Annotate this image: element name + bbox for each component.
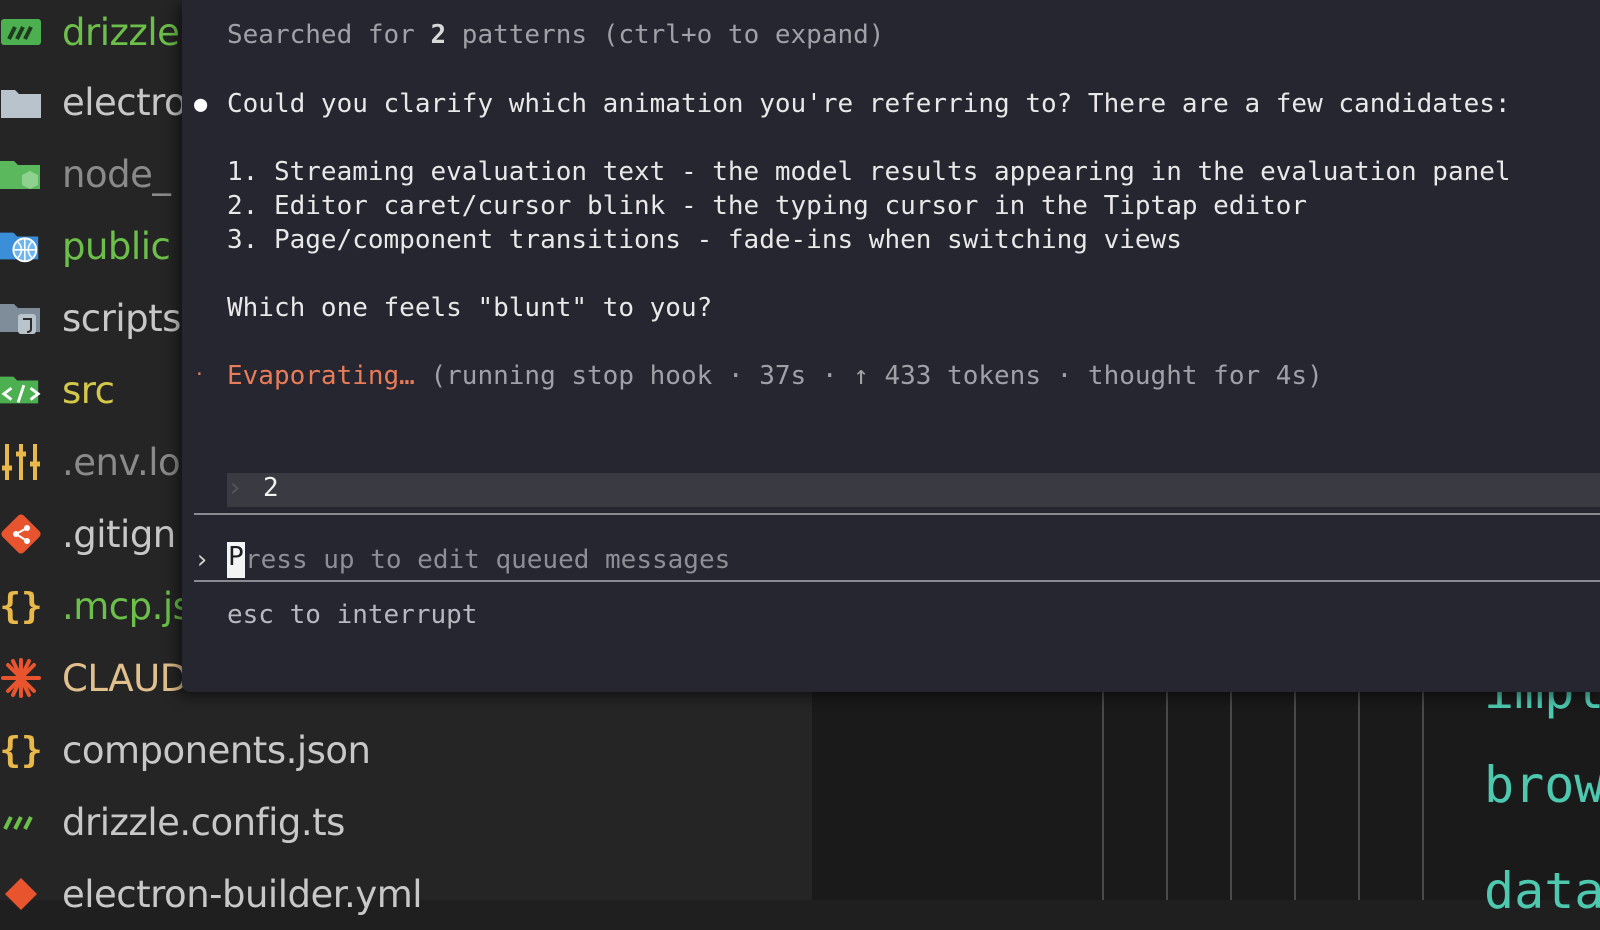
explorer-item-label: .mcp.js — [62, 584, 192, 628]
indent-guide — [1166, 690, 1168, 900]
search-summary-suffix: patterns (ctrl+o to expand) — [446, 20, 885, 50]
claude-icon — [0, 657, 42, 699]
status-verb: Evaporating… — [227, 361, 415, 391]
claude-code-terminal[interactable]: Searched for 2 patterns (ctrl+o to expan… — [182, 0, 1600, 692]
explorer-item-label: components.json — [62, 728, 371, 772]
explorer-item-electron-builder[interactable]: electron-builder.yml — [0, 858, 800, 930]
json-icon: {} — [0, 585, 43, 627]
globe-folder-icon — [0, 225, 42, 267]
prompt-chevron-icon: › — [194, 545, 210, 575]
explorer-item-label: electron-builder.yml — [62, 872, 423, 916]
queued-message[interactable]: › 2 — [227, 473, 1600, 507]
git-icon — [0, 513, 42, 555]
explorer-item-label: public — [62, 224, 171, 268]
explorer-item-label: scripts — [62, 296, 181, 340]
assistant-message-line: 2. Editor caret/cursor blink - the typin… — [227, 191, 1308, 221]
indent-guide — [1102, 690, 1104, 900]
drizzle-icon — [0, 11, 42, 53]
queued-message-text: 2 — [263, 473, 279, 503]
search-count: 2 — [430, 20, 447, 50]
interrupt-hint: esc to interrupt — [227, 600, 478, 630]
code-folder-icon — [0, 369, 42, 411]
explorer-item-label: electro — [62, 80, 187, 124]
explorer-item-label: node_ — [62, 152, 171, 196]
sliders-icon — [0, 441, 42, 483]
drizzle-icon — [0, 801, 42, 843]
explorer-item-label: .gitign — [62, 512, 176, 556]
explorer-item-drizzle-config[interactable]: drizzle.config.ts — [0, 786, 800, 858]
indent-guide — [1358, 690, 1360, 900]
input-top-border — [194, 513, 1600, 515]
explorer-item-label: src — [62, 368, 115, 412]
folder-icon — [0, 81, 42, 123]
assistant-message-line: Which one feels "blunt" to you? — [227, 293, 713, 323]
assistant-message-line: Could you clarify which animation you're… — [227, 89, 1511, 119]
node-folder-icon — [0, 153, 42, 195]
status-detail: (running stop hook · 37s · ↑ 433 tokens … — [414, 361, 1323, 391]
message-bullet-icon: ● — [194, 92, 208, 117]
editor-pane[interactable]: impl brow data — [812, 662, 1600, 920]
spinner-icon: · — [194, 364, 205, 385]
prompt-input[interactable]: › P ress up to edit queued messages — [194, 542, 1594, 581]
code-token: data — [1484, 862, 1600, 920]
json-icon: {} — [0, 729, 43, 771]
code-token: brow — [1484, 756, 1600, 814]
chevron-right-icon: › — [227, 473, 243, 503]
input-bottom-border — [194, 580, 1600, 582]
explorer-item-label: drizzle — [62, 10, 180, 54]
search-summary-prefix: Searched for — [227, 20, 431, 50]
indent-guide — [1294, 690, 1296, 900]
yml-icon — [0, 873, 42, 915]
search-summary[interactable]: Searched for 2 patterns (ctrl+o to expan… — [227, 20, 884, 50]
input-placeholder: ress up to edit queued messages — [245, 545, 731, 575]
explorer-item-label: drizzle.config.ts — [62, 800, 345, 844]
assistant-message-line: 3. Page/component transitions - fade-ins… — [227, 225, 1182, 255]
status-line: Evaporating… (running stop hook · 37s · … — [227, 361, 1323, 391]
explorer-item-label: .env.lo — [62, 440, 181, 484]
indent-guide — [1230, 690, 1232, 900]
explorer-item-components-json[interactable]: {} components.json — [0, 714, 800, 786]
assistant-message-line: 1. Streaming evaluation text - the model… — [227, 157, 1511, 187]
text-cursor: P — [227, 542, 245, 578]
script-folder-icon — [0, 297, 42, 339]
indent-guide — [1422, 690, 1424, 900]
